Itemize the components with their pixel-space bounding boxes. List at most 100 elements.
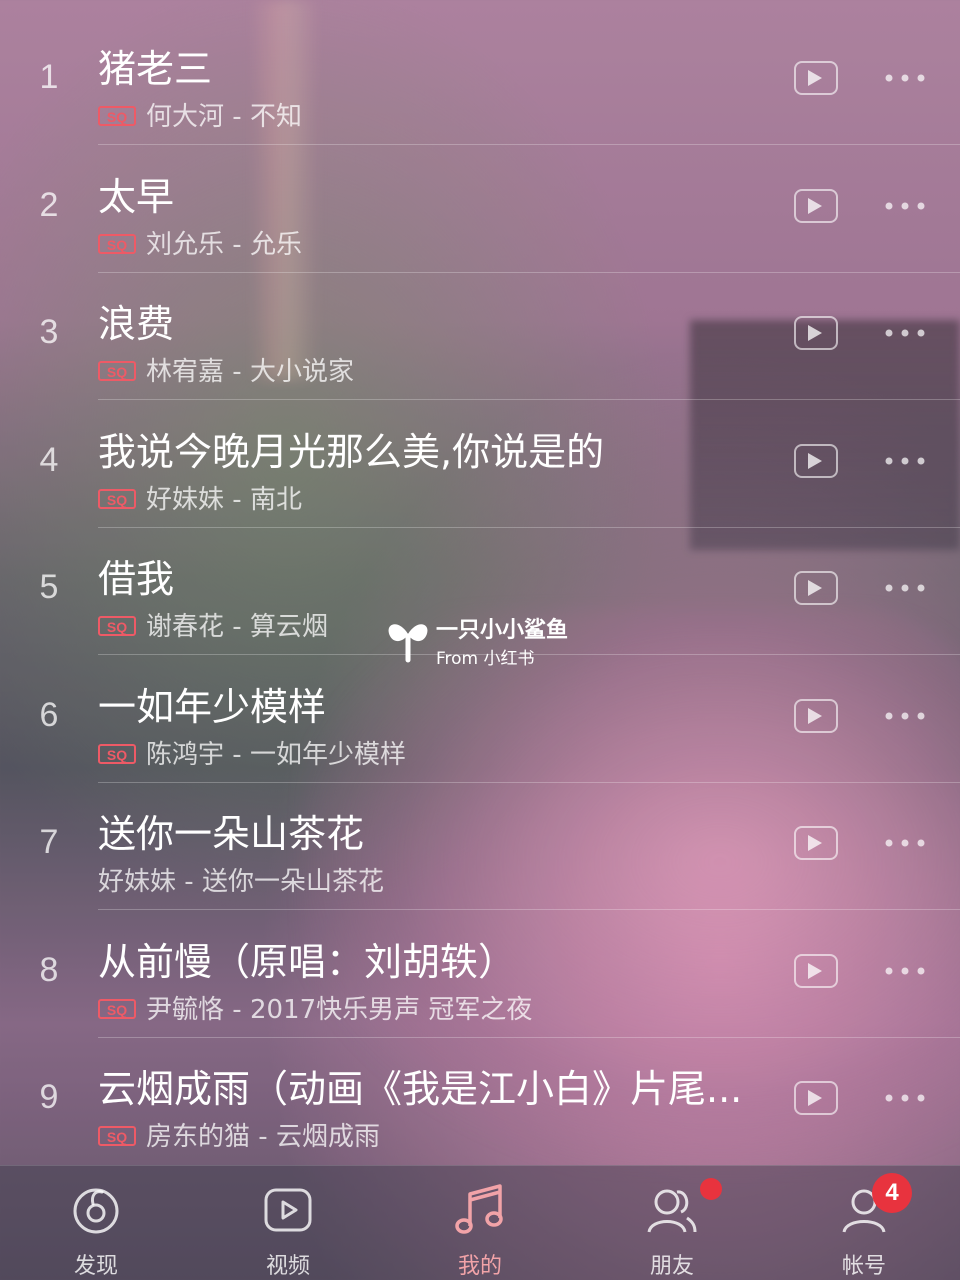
more-icon[interactable] (884, 961, 926, 981)
play-icon (808, 835, 822, 851)
song-index: 8 (39, 951, 59, 989)
tab-video[interactable]: 视频 (192, 1166, 384, 1280)
song-title: 借我 (98, 557, 175, 601)
play-video-button[interactable] (794, 444, 838, 478)
play-video-button[interactable] (794, 826, 838, 860)
sq-badge: SQ (98, 1126, 136, 1146)
sq-badge: SQ (98, 234, 136, 254)
song-row[interactable]: 4 我说今晚月光那么美,你说是的 SQ 好妹妹 - 南北 (0, 401, 960, 528)
tab-account[interactable]: 帐号 (768, 1166, 960, 1280)
separator: - (224, 357, 250, 387)
play-icon (808, 580, 822, 596)
video-icon (264, 1188, 312, 1232)
tab-discover[interactable]: 发现 (0, 1166, 192, 1280)
row-divider (98, 909, 960, 910)
separator: - (224, 485, 250, 515)
tab-label: 帐号 (841, 1254, 886, 1279)
separator: - (224, 995, 250, 1025)
tab-my-music[interactable]: 我的 (384, 1166, 576, 1280)
play-video-button[interactable] (794, 61, 838, 95)
play-icon (808, 325, 822, 341)
play-icon (808, 198, 822, 214)
separator: - (224, 740, 250, 770)
song-title: 猪老三 (98, 47, 213, 91)
heart-sprout-icon (388, 624, 428, 663)
song-row[interactable]: 3 浪费 SQ 林宥嘉 - 大小说家 (0, 273, 960, 400)
song-album: 算云烟 (249, 612, 328, 642)
more-icon[interactable] (884, 68, 926, 88)
song-row[interactable]: 8 从前慢（原唱：刘胡轶） SQ 尹毓恪 - 2017快乐男声 冠军之夜 (0, 911, 960, 1038)
play-video-button[interactable] (794, 699, 838, 733)
sq-badge: SQ (98, 616, 136, 636)
song-artist: 林宥嘉 (146, 357, 225, 387)
song-subtitle: SQ 何大河 - 不知 (98, 96, 302, 133)
song-artist: 何大河 (146, 102, 225, 132)
more-icon[interactable] (884, 833, 926, 853)
more-icon[interactable] (884, 706, 926, 726)
song-row[interactable]: 2 太早 SQ 刘允乐 - 允乐 (0, 146, 960, 273)
row-divider (98, 399, 960, 400)
sq-badge: SQ (98, 361, 136, 381)
song-index: 4 (39, 441, 59, 479)
more-icon[interactable] (884, 196, 926, 216)
separator: - (224, 612, 250, 642)
song-subtitle: SQ 尹毓恪 - 2017快乐男声 冠军之夜 (98, 989, 532, 1026)
more-icon[interactable] (884, 323, 926, 343)
play-video-button[interactable] (794, 316, 838, 350)
separator: - (176, 867, 202, 897)
song-row[interactable]: 7 送你一朵山茶花 好妹妹 - 送你一朵山茶花 (0, 783, 960, 910)
song-title: 一如年少模样 (98, 685, 327, 729)
more-icon[interactable] (884, 1088, 926, 1108)
song-album: 南北 (249, 485, 302, 515)
song-artist: 尹毓恪 (146, 995, 225, 1025)
sq-badge: SQ (98, 489, 136, 509)
song-title: 从前慢（原唱：刘胡轶） (98, 940, 517, 984)
friends-notification-dot (700, 1178, 722, 1200)
row-divider (98, 144, 960, 145)
song-index: 9 (39, 1078, 59, 1116)
sq-badge: SQ (98, 999, 136, 1019)
song-subtitle: SQ 谢春花 - 算云烟 (98, 606, 328, 643)
song-subtitle: SQ 好妹妹 - 南北 (98, 479, 302, 516)
song-artist: 刘允乐 (146, 230, 225, 260)
song-row[interactable]: 6 一如年少模样 SQ 陈鸿宇 - 一如年少模样 (0, 656, 960, 783)
song-album: 允乐 (249, 230, 302, 260)
tab-label: 我的 (457, 1254, 502, 1279)
more-icon[interactable] (884, 578, 926, 598)
song-row[interactable]: 9 云烟成雨（动画《我是江小白》片尾... SQ 房东的猫 - 云烟成雨 (0, 1038, 960, 1165)
bottom-tab-bar: 发现 视频 我的 朋友 帐号 (0, 1165, 960, 1280)
song-index: 3 (39, 313, 59, 351)
play-icon (808, 453, 822, 469)
song-title: 我说今晚月光那么美,你说是的 (98, 430, 605, 474)
play-video-button[interactable] (794, 954, 838, 988)
account-badge: 4 (872, 1173, 912, 1213)
play-video-button[interactable] (794, 571, 838, 605)
separator: - (224, 102, 250, 132)
song-index: 6 (39, 696, 59, 734)
song-subtitle: SQ 刘允乐 - 允乐 (98, 224, 302, 261)
song-subtitle: SQ 林宥嘉 - 大小说家 (98, 351, 354, 388)
song-index: 7 (39, 823, 59, 861)
song-artist: 陈鸿宇 (146, 740, 225, 770)
separator: - (250, 1122, 276, 1152)
more-icon[interactable] (884, 451, 926, 471)
tab-label: 朋友 (649, 1254, 694, 1279)
tab-friends[interactable]: 朋友 (576, 1166, 768, 1280)
play-icon (808, 1090, 822, 1106)
sq-badge: SQ (98, 744, 136, 764)
song-index: 1 (39, 58, 59, 96)
play-video-button[interactable] (794, 189, 838, 223)
song-title: 太早 (98, 175, 175, 219)
song-subtitle: SQ 房东的猫 - 云烟成雨 (98, 1116, 380, 1153)
play-icon (808, 708, 822, 724)
song-subtitle: SQ 陈鸿宇 - 一如年少模样 (98, 734, 406, 771)
separator: - (224, 230, 250, 260)
play-video-button[interactable] (794, 1081, 838, 1115)
xiaohongshu-watermark: 一只小小鲨鱼 From 小红书 (384, 612, 604, 669)
watermark-source: From 小红书 (436, 649, 535, 669)
song-album: 送你一朵山茶花 (201, 867, 384, 897)
watermark-username: 一只小小鲨鱼 (436, 618, 569, 643)
song-row[interactable]: 1 猪老三 SQ 何大河 - 不知 (0, 18, 960, 145)
song-subtitle: 好妹妹 - 送你一朵山茶花 (98, 861, 384, 898)
song-album: 大小说家 (249, 357, 354, 387)
